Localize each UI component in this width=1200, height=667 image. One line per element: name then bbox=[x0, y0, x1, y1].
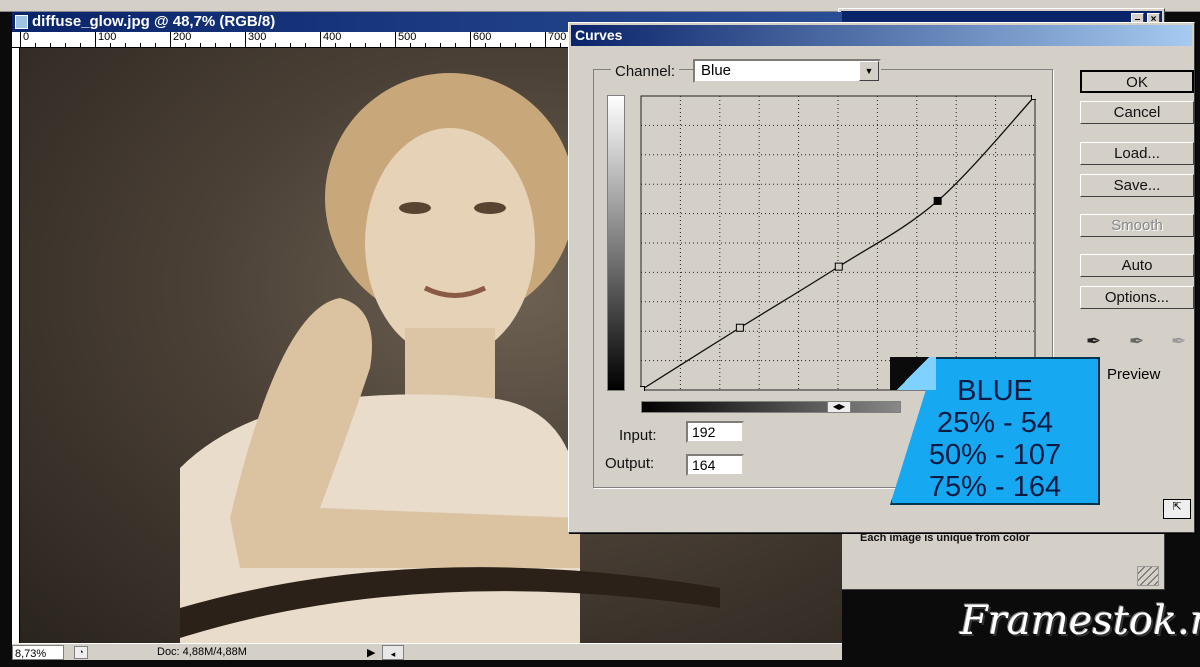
ruler-tick: 200 bbox=[170, 32, 191, 48]
output-field[interactable]: 164 bbox=[686, 454, 744, 476]
background-panel-text: Each image is unique from color bbox=[860, 532, 1030, 544]
channel-value: Blue bbox=[701, 62, 732, 79]
resize-grip[interactable] bbox=[1137, 566, 1159, 586]
input-label: Input: bbox=[619, 427, 657, 444]
ruler-tick: 500 bbox=[395, 32, 416, 48]
input-gradient-bar bbox=[641, 401, 901, 413]
status-menu-arrow-icon[interactable]: ▶ bbox=[367, 645, 375, 661]
ruler-tick: 100 bbox=[95, 32, 116, 48]
ruler-tick: 0 bbox=[20, 32, 29, 48]
curve-point[interactable] bbox=[834, 262, 843, 271]
preview-checkbox[interactable]: Preview bbox=[1107, 366, 1160, 383]
output-label: Output: bbox=[605, 455, 655, 472]
ruler-tick: 700 bbox=[545, 32, 566, 48]
curve-point[interactable] bbox=[640, 386, 645, 392]
doc-size: Doc: 4,88M/4,88M bbox=[157, 646, 247, 658]
channel-label: Channel: bbox=[611, 63, 680, 80]
curve-point[interactable] bbox=[735, 323, 744, 332]
ruler-tick: 300 bbox=[245, 32, 266, 48]
white-eyedropper-icon[interactable]: ✒ bbox=[1171, 331, 1186, 352]
callout-line: 75% - 164 bbox=[928, 471, 1062, 503]
smooth-button[interactable]: Smooth bbox=[1080, 214, 1194, 237]
gradient-toggle-icon[interactable]: ◀▶ bbox=[827, 401, 851, 413]
vertical-ruler bbox=[12, 48, 20, 643]
channel-select[interactable]: Blue ▼ bbox=[693, 59, 881, 83]
status-icon[interactable]: ◔ bbox=[74, 646, 88, 659]
dialog-title[interactable]: Curves bbox=[571, 25, 1192, 46]
input-field[interactable]: 192 bbox=[686, 421, 744, 443]
chevron-down-icon[interactable]: ▼ bbox=[859, 61, 879, 81]
callout-line: 25% - 54 bbox=[936, 407, 1054, 439]
ruler-tick: 600 bbox=[470, 32, 491, 48]
expand-graph-icon[interactable]: ⇱ bbox=[1163, 499, 1191, 519]
horizontal-scrollbar[interactable]: ◂ bbox=[382, 645, 404, 660]
options-button[interactable]: Options... bbox=[1080, 286, 1194, 309]
ruler-tick: 400 bbox=[320, 32, 341, 48]
curve-graph[interactable] bbox=[640, 95, 1036, 391]
document-icon bbox=[15, 15, 28, 29]
output-gradient-bar bbox=[607, 95, 625, 391]
curve-point[interactable] bbox=[1031, 95, 1037, 100]
ok-button[interactable]: OK bbox=[1080, 70, 1194, 93]
status-bar: 8,73% ◔ Doc: 4,88M/4,88M ▶ ◂ bbox=[12, 643, 842, 660]
curve-point[interactable] bbox=[933, 196, 942, 205]
black-eyedropper-icon[interactable]: ✒ bbox=[1086, 331, 1101, 352]
cancel-button[interactable]: Cancel bbox=[1080, 101, 1194, 124]
zoom-field[interactable]: 8,73% bbox=[12, 645, 64, 660]
load-button[interactable]: Load... bbox=[1080, 142, 1194, 165]
callout-line: 50% - 107 bbox=[928, 439, 1062, 471]
auto-button[interactable]: Auto bbox=[1080, 254, 1194, 277]
curves-dialog: Curves Channel: Blue ▼ ◀▶ Input: 192 Outp… bbox=[568, 22, 1195, 533]
callout-folded-corner bbox=[890, 357, 936, 390]
save-button[interactable]: Save... bbox=[1080, 174, 1194, 197]
watermark-logo: Framestok.ru bbox=[960, 598, 1200, 644]
gray-eyedropper-icon[interactable]: ✒ bbox=[1129, 331, 1144, 352]
